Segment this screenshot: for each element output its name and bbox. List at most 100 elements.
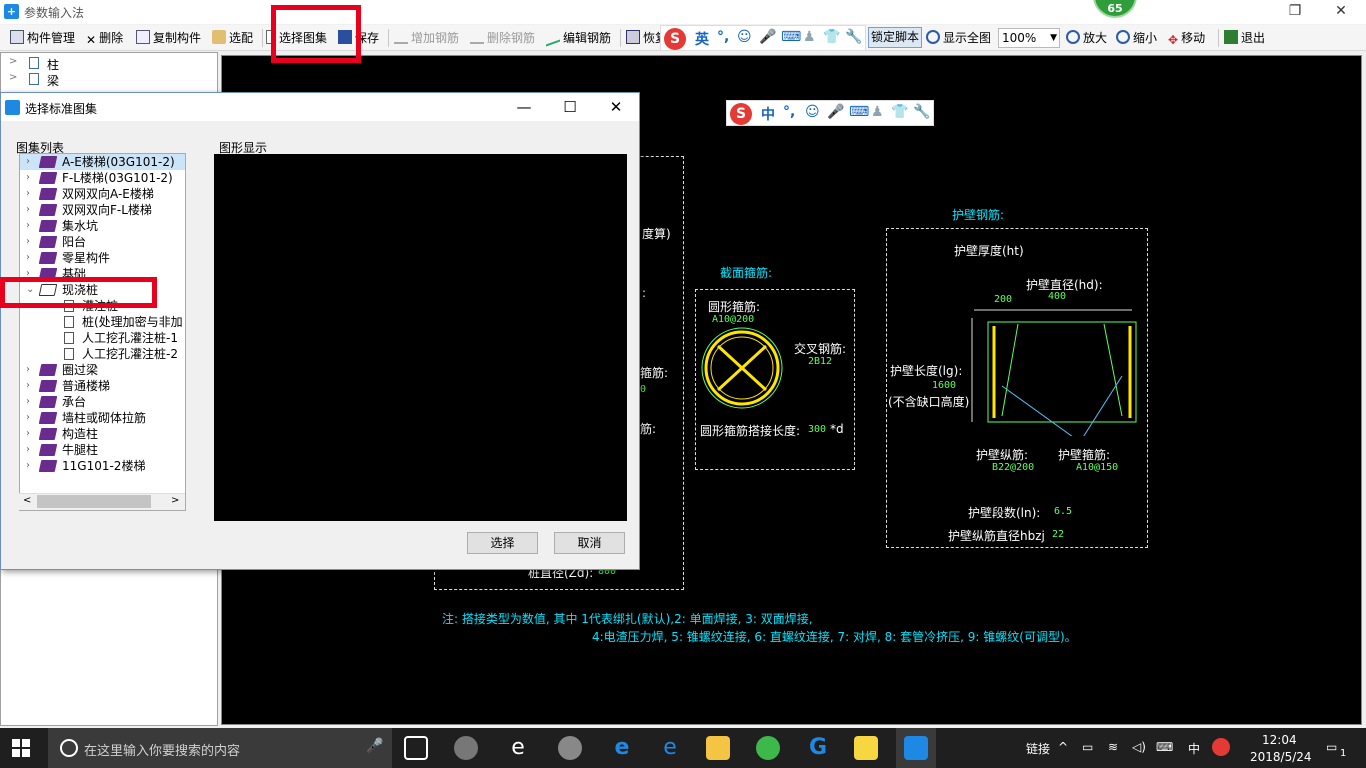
atlas-item[interactable]: › 双网双向F-L楼梯 [20, 202, 185, 218]
emoji-icon[interactable]: ☺ [805, 104, 820, 120]
sogou-logo-icon[interactable]: S [730, 103, 752, 125]
select-button[interactable]: 选择 [467, 532, 538, 554]
ime-mode-en[interactable]: 英 [695, 29, 709, 49]
chevron-right-icon[interactable]: › [26, 458, 36, 474]
scrollbar-thumb[interactable] [37, 495, 151, 508]
atlas-item[interactable]: › A-E楼梯(03G101-2) [20, 154, 185, 170]
emoji-icon[interactable]: ☺ [737, 29, 752, 45]
atlas-sub-item[interactable]: 人工挖孔灌注桩-2 [20, 346, 185, 362]
minimize-icon[interactable]: — [501, 93, 547, 121]
atlas-item[interactable]: › F-L楼梯(03G101-2) [20, 170, 185, 186]
tray-chevron-up-icon[interactable]: ^ [1058, 740, 1068, 754]
chevron-right-icon[interactable]: › [26, 154, 36, 170]
atlas-item[interactable]: › 11G101-2楼梯 [20, 458, 185, 474]
sogou-logo-icon[interactable]: S [664, 28, 686, 50]
chevron-right-icon[interactable]: › [26, 202, 36, 218]
lock-script-button[interactable]: 锁定脚本 [868, 27, 922, 48]
clock-date[interactable]: 2018/5/24 [1250, 750, 1312, 764]
copy-component-button[interactable]: 复制构件 [136, 28, 201, 48]
clock-time[interactable]: 12:04 [1262, 733, 1297, 747]
edge-icon[interactable]: e [610, 736, 634, 760]
windows-start-icon[interactable] [12, 739, 30, 757]
keyboard-tray-icon[interactable]: ⌨ [1156, 740, 1173, 754]
atlas-item[interactable]: › 圈过梁 [20, 362, 185, 378]
browser-360-icon[interactable] [756, 736, 780, 760]
chevron-left-icon[interactable]: < [23, 495, 31, 506]
close-icon[interactable]: ✕ [1318, 0, 1364, 24]
zoom-select[interactable]: 100% ▼ [998, 28, 1060, 48]
task-view-icon[interactable] [404, 736, 428, 760]
atlas-item[interactable]: › 构造柱 [20, 426, 185, 442]
chevron-right-icon[interactable]: › [26, 218, 36, 234]
maximize-icon[interactable]: ☐ [547, 93, 593, 121]
delete-rebar-button[interactable]: 删除钢筋 [470, 28, 535, 48]
cancel-button[interactable]: 取消 [554, 532, 625, 554]
atlas-item[interactable]: › 集水坑 [20, 218, 185, 234]
chevron-right-icon[interactable]: > [171, 495, 179, 506]
glodon-app-icon[interactable] [904, 736, 928, 760]
chevron-right-icon[interactable]: › [26, 442, 36, 458]
keyboard-icon[interactable]: ⌨ [849, 104, 869, 120]
delete-button[interactable]: ✕ 删除 [86, 28, 123, 48]
atlas-item[interactable]: › 牛腿柱 [20, 442, 185, 458]
wrench-icon[interactable]: 🔧 [845, 29, 862, 45]
swirl-app-icon[interactable] [558, 736, 582, 760]
atlas-item[interactable]: › 零星构件 [20, 250, 185, 266]
move-button[interactable]: ✥ 移动 [1168, 28, 1205, 48]
tray-link[interactable]: 链接 [1026, 740, 1050, 757]
exit-button[interactable]: 退出 [1224, 28, 1265, 48]
select-match-button[interactable]: 选配 [212, 28, 253, 48]
close-icon[interactable]: ✕ [593, 93, 639, 121]
punct-icon[interactable]: °, [783, 104, 795, 120]
edit-rebar-button[interactable]: 编辑钢筋 [546, 27, 611, 48]
atlas-item[interactable]: › 普通楼梯 [20, 378, 185, 394]
tray-ime[interactable]: 中 [1188, 740, 1200, 757]
mic-icon[interactable]: 🎤 [366, 738, 383, 754]
punct-icon[interactable]: °, [717, 29, 729, 45]
chevron-right-icon[interactable]: › [26, 234, 36, 250]
mic-icon[interactable]: 🎤 [759, 29, 776, 45]
chevron-right-icon[interactable]: › [26, 410, 36, 426]
tree-item-beam[interactable]: 梁 [47, 72, 59, 89]
skin-icon[interactable]: 👕 [823, 29, 840, 45]
atlas-sub-item[interactable]: 人工挖孔灌注桩-1 [20, 330, 185, 346]
show-all-button[interactable]: 显示全图 [926, 28, 991, 48]
pinwheel-app-icon[interactable] [454, 736, 478, 760]
chevron-right-icon[interactable]: › [26, 170, 36, 186]
chevron-right-icon[interactable]: › [26, 250, 36, 266]
wifi-icon[interactable]: ≋ [1108, 740, 1118, 754]
atlas-item[interactable]: › 双网双向A-E楼梯 [20, 186, 185, 202]
ime-mode-cn[interactable]: 中 [761, 104, 775, 124]
sogou-tray-icon[interactable] [1212, 738, 1230, 756]
zoom-out-button[interactable]: 缩小 [1116, 28, 1157, 48]
atlas-tree[interactable]: › A-E楼梯(03G101-2) › F-L楼梯(03G101-2) › 双网双向A-E… [19, 153, 186, 511]
restore-icon[interactable]: ❐ [1272, 0, 1318, 24]
add-rebar-button[interactable]: 增加钢筋 [394, 28, 459, 48]
atlas-item[interactable]: › 墙柱或砌体拉筋 [20, 410, 185, 426]
sogou-ime-toolbar[interactable]: S 英 °, ☺ 🎤 ⌨ ♟ 👕 🔧 [660, 25, 866, 51]
chevron-right-icon[interactable]: › [26, 378, 36, 394]
badge-counter[interactable]: 65 [1093, 0, 1137, 18]
ie-blue-icon[interactable]: e [658, 736, 682, 760]
ie-icon[interactable]: e [506, 736, 530, 760]
battery-icon[interactable]: ▭ [1082, 740, 1093, 754]
component-mgmt-button[interactable]: 构件管理 [10, 28, 75, 48]
atlas-item[interactable]: › 阳台 [20, 234, 185, 250]
user-icon[interactable]: ♟ [803, 29, 816, 45]
chevron-right-icon[interactable]: › [26, 186, 36, 202]
volume-icon[interactable]: ◁) [1132, 740, 1146, 754]
mic-icon[interactable]: 🎤 [827, 104, 844, 120]
atlas-sub-item[interactable]: 桩(处理加密与非加 [20, 314, 185, 330]
chevron-right-icon[interactable]: › [26, 362, 36, 378]
tree-item-column[interactable]: 柱 [47, 56, 59, 73]
notepad-icon[interactable] [854, 736, 878, 760]
sogou-browser-icon[interactable]: G [806, 736, 830, 760]
file-explorer-icon[interactable] [706, 736, 730, 760]
sogou-ime-floating[interactable]: S 中 °, ☺ 🎤 ⌨ ♟ 👕 🔧 [726, 100, 934, 126]
keyboard-icon[interactable]: ⌨ [781, 29, 801, 45]
chevron-right-icon[interactable]: › [26, 426, 36, 442]
zoom-in-button[interactable]: 放大 [1066, 28, 1107, 48]
notification-icon[interactable]: ▭ [1326, 740, 1337, 754]
skin-icon[interactable]: 👕 [891, 104, 908, 120]
chevron-right-icon[interactable]: > [9, 72, 17, 83]
